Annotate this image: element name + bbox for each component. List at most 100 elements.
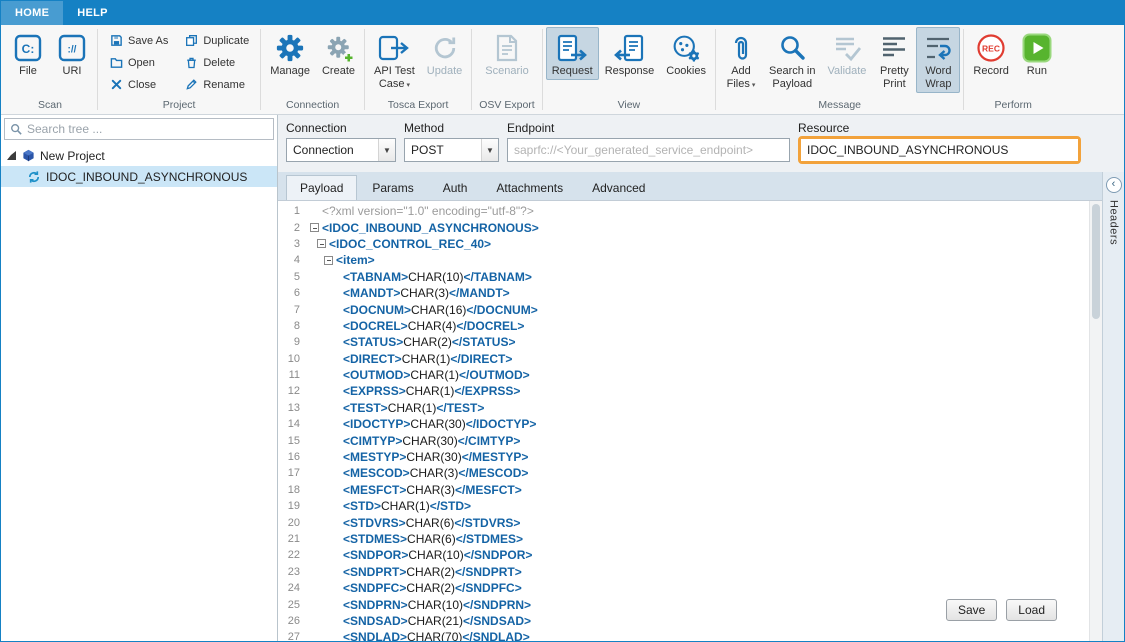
tab-help[interactable]: HELP [63,1,122,25]
ribbon-group-connection: ManageCreateConnection [261,25,364,114]
api-scan-window: HOME HELP C:File://URI Scan Save As Open Clo… [0,0,1125,642]
button-label: WordWrap [925,65,951,91]
run-button[interactable]: Run [1015,27,1059,80]
xml-open-tag: <IDOC_INBOUND_ASYNCHRONOUS> [322,221,539,235]
ribbon-group-tosca-export: API TestCase ▾UpdateTosca Export [365,25,471,114]
editor-line: 19<STD>CHAR(1)</STD> [278,498,1089,514]
method-select[interactable]: POST ▼ [404,138,499,162]
payload-editor[interactable]: 1<?xml version="1.0" encoding="utf-8"?>2… [278,201,1089,641]
xml-value: CHAR(3) [410,466,459,480]
tab-headers[interactable]: Headers [1108,200,1120,245]
line-number: 2 [278,222,306,234]
manage-button[interactable]: Manage [264,27,316,80]
record-button[interactable]: RECRecord [967,27,1014,80]
collapse-toggle-icon[interactable] [317,239,326,248]
create-button[interactable]: Create [316,27,361,80]
tab-attachments[interactable]: Attachments [482,175,577,200]
word-wrap-button[interactable]: WordWrap [916,27,960,93]
load-button[interactable]: Load [1006,599,1057,621]
pretty-print-icon [880,32,908,64]
xml-close-tag: </SNDSAD> [463,614,531,628]
editor-line: 9<STATUS>CHAR(2)</STATUS> [278,334,1089,350]
xml-open-tag: <STDVRS> [343,516,406,530]
editor-wrap: 1<?xml version="1.0" encoding="utf-8"?>2… [278,200,1102,641]
editor-scrollbar[interactable] [1089,201,1102,641]
xml-value: CHAR(10) [408,598,463,612]
tree-item-new-project[interactable]: New Project [1,145,277,166]
tab-home[interactable]: HOME [1,1,63,25]
tab-auth[interactable]: Auth [429,175,482,200]
close-button[interactable]: Close [103,75,174,94]
ribbon-group-buttons: Save As Open Close Duplicate Delete Rename [101,27,257,99]
xml-close-tag: </CIMTYP> [458,434,521,448]
editor-line: 14<IDOCTYP>CHAR(30)</IDOCTYP> [278,416,1089,432]
file-button[interactable]: C:File [6,27,50,80]
editor-line: 12<EXPRSS>CHAR(1)</EXPRSS> [278,383,1089,399]
xml-close-tag: </SNDPRT> [455,565,522,579]
tree-search-box [4,118,274,140]
button-label: Run [1027,65,1047,78]
ribbon-tab-bar: HOME HELP [1,1,1124,25]
uri-button[interactable]: ://URI [50,27,94,80]
xml-open-tag: <SNDPRT> [343,565,406,579]
button-label: Search inPayload [769,65,815,91]
connection-select[interactable]: Connection ▼ [286,138,396,162]
close-icon [109,78,123,91]
xml-open-tag: <item> [336,253,375,267]
collapse-toggle-icon[interactable] [324,256,333,265]
editor-line: 10<DIRECT>CHAR(1)</DIRECT> [278,351,1089,367]
xml-open-tag: <MESCOD> [343,466,410,480]
resource-input[interactable] [801,139,1078,161]
collapse-chevron-icon[interactable]: ‹ [1106,177,1122,193]
collapse-toggle-icon[interactable] [310,223,319,232]
ribbon-group-label: Scan [6,99,94,114]
editor-line: 5<TABNAM>CHAR(10)</TABNAM> [278,269,1089,285]
xml-open-tag: <TABNAM> [343,270,408,284]
sidebar: New ProjectIDOC_INBOUND_ASYNCHRONOUS [1,115,278,641]
xml-open-tag: <TEST> [343,401,388,415]
add-files-icon [729,32,753,64]
main-area: New ProjectIDOC_INBOUND_ASYNCHRONOUS Con… [1,115,1124,641]
delete-button[interactable]: Delete [178,53,255,72]
pretty-print-button[interactable]: PrettyPrint [872,27,916,93]
project-icon [22,149,35,162]
xml-open-tag: <STDMES> [343,532,407,546]
open-button[interactable]: Open [103,53,174,72]
xml-value: CHAR(2) [406,565,455,579]
search-in-payload-button[interactable]: Search inPayload [763,27,821,93]
xml-close-tag: </STDVRS> [454,516,520,530]
endpoint-label: Endpoint [507,121,790,135]
create-gear-icon [324,32,354,64]
line-number: 12 [278,385,306,397]
api-test-case-icon [378,32,410,64]
resource-label: Resource [798,121,1081,135]
xml-value: CHAR(10) [408,270,463,284]
tree-item-idoc-inbound-asynchronous[interactable]: IDOC_INBOUND_ASYNCHRONOUS [1,166,277,187]
tab-params[interactable]: Params [358,175,427,200]
line-number: 24 [278,582,306,594]
scrollbar-thumb[interactable] [1092,204,1100,319]
button-label: File [19,65,37,78]
ribbon-group-label: Message [719,99,960,114]
add-files-button[interactable]: AddFiles ▾ [719,27,763,93]
payload-tabstrip: PayloadParamsAuthAttachmentsAdvanced [278,172,1102,200]
xml-open-tag: <DIRECT> [343,352,402,366]
tree-expander-icon[interactable] [7,151,16,160]
save-button[interactable]: Save [946,599,997,621]
cookies-button[interactable]: Cookies [660,27,712,80]
search-icon [10,123,22,135]
rename-button[interactable]: Rename [178,75,255,94]
endpoint-input[interactable] [507,138,790,162]
xml-close-tag: </STD> [430,499,471,513]
editor-line: 7<DOCNUM>CHAR(16)</DOCNUM> [278,301,1089,317]
line-number: 26 [278,615,306,627]
tab-payload[interactable]: Payload [286,175,357,200]
tree-search-input[interactable] [27,122,268,136]
request-button[interactable]: Request [546,27,599,80]
response-button[interactable]: Response [599,27,661,80]
duplicate-button[interactable]: Duplicate [178,31,255,50]
save-as-button[interactable]: Save As [103,31,174,50]
api-test-case-button[interactable]: API TestCase ▾ [368,27,421,93]
line-number: 23 [278,566,306,578]
tab-advanced[interactable]: Advanced [578,175,659,200]
